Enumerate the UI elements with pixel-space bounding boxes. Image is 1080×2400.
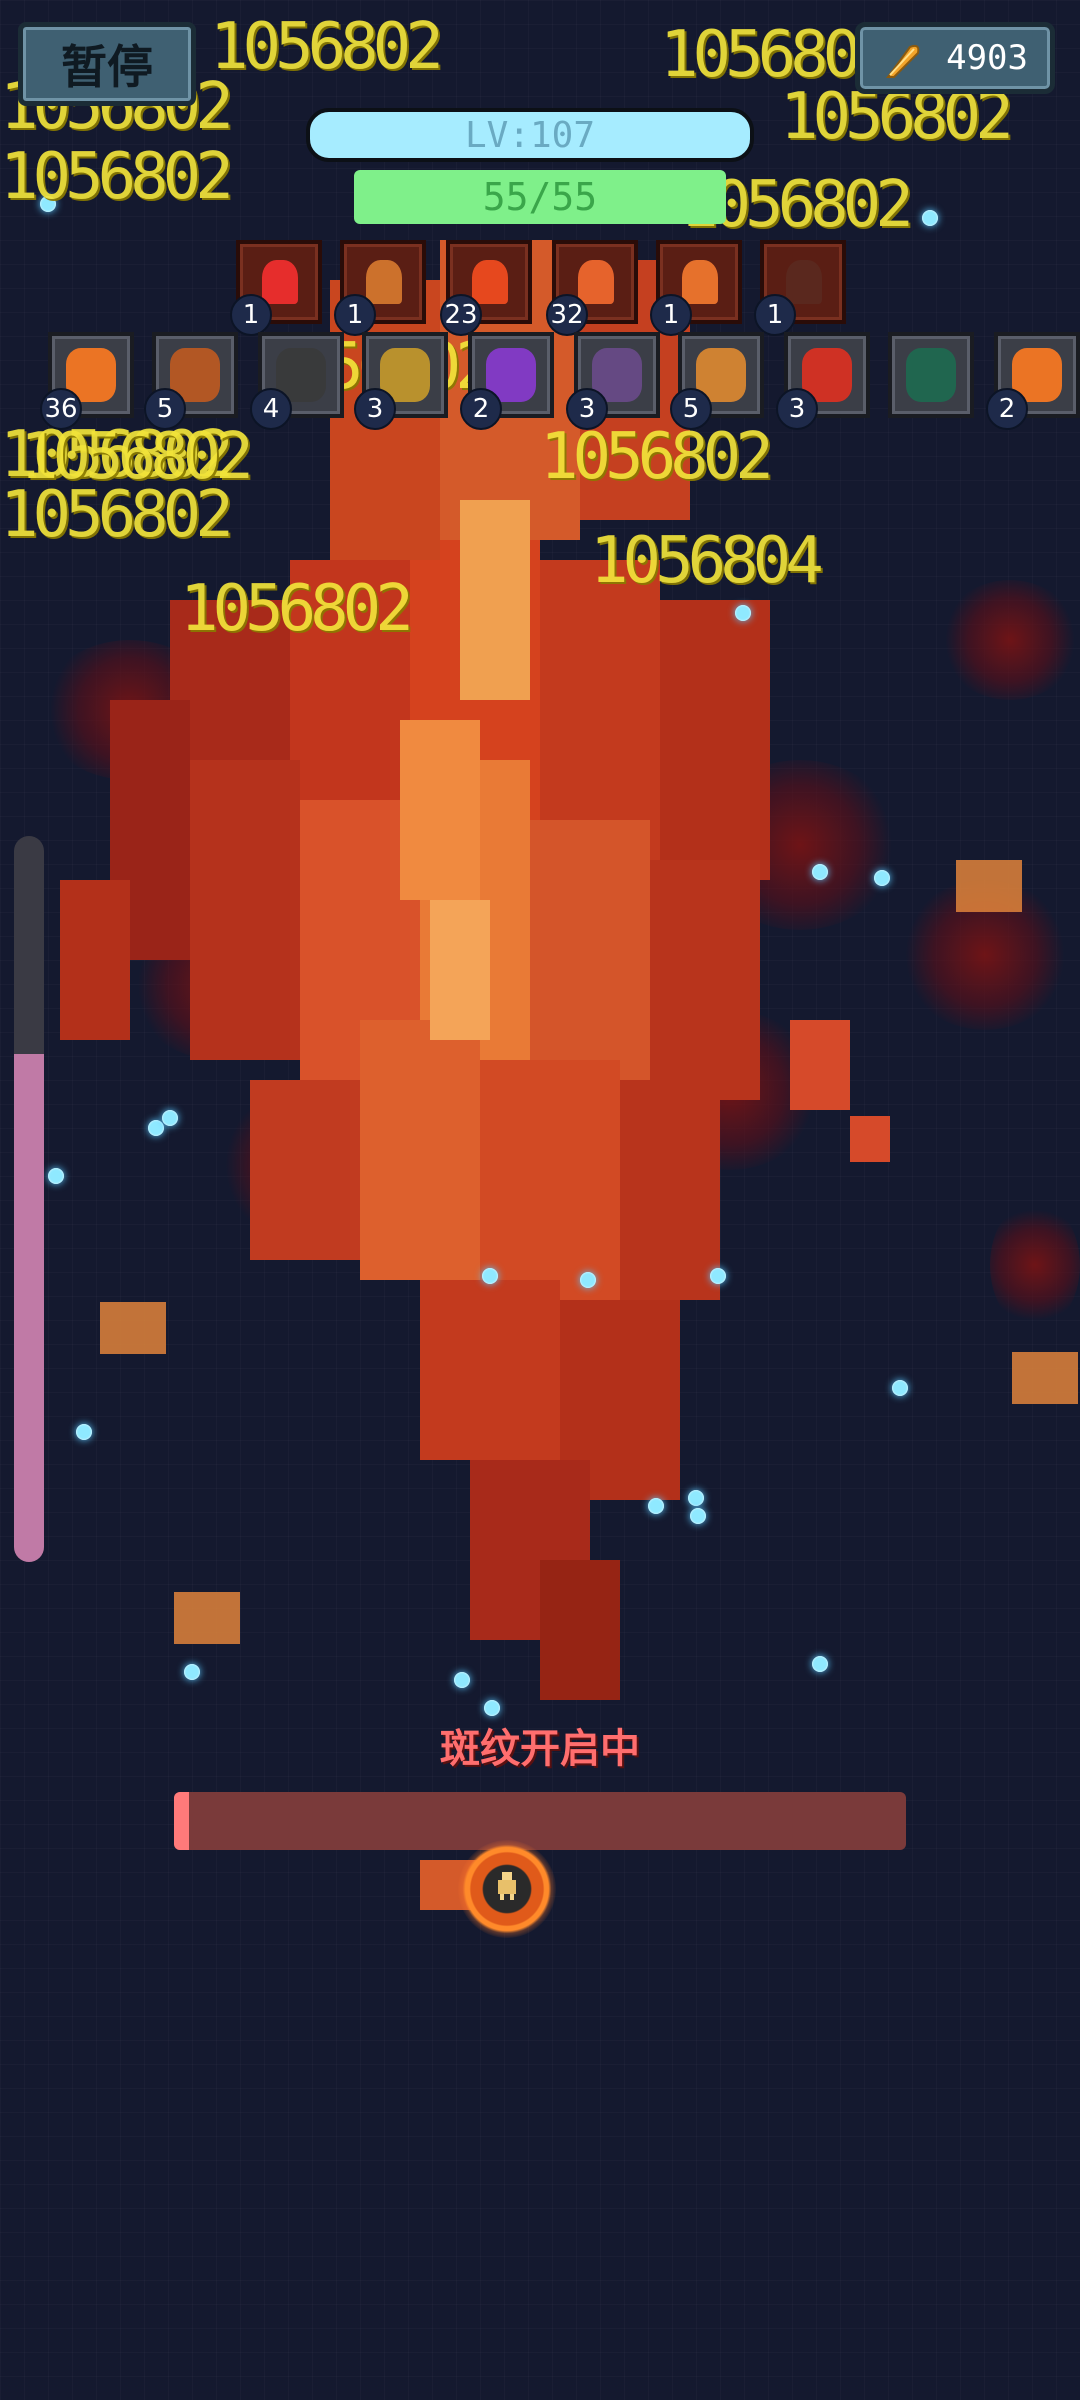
hp-bar: 55/55 bbox=[354, 170, 726, 224]
fire-block bbox=[420, 1280, 560, 1460]
xp-orb bbox=[892, 1380, 908, 1396]
item-level-badge: 2 bbox=[460, 388, 502, 430]
item-level-badge: 36 bbox=[40, 388, 82, 430]
fire-block bbox=[650, 860, 760, 1100]
xp-orb bbox=[812, 864, 828, 880]
fire-block bbox=[250, 1080, 360, 1260]
damage-number: 1056804 bbox=[590, 524, 824, 598]
xp-orb bbox=[710, 1268, 726, 1284]
item-level-badge: 3 bbox=[354, 388, 396, 430]
xp-orb bbox=[648, 1498, 664, 1514]
fire-block bbox=[790, 1020, 850, 1110]
skill-level-badge: 1 bbox=[650, 294, 692, 336]
xp-orb bbox=[580, 1272, 596, 1288]
xp-orb bbox=[76, 1424, 92, 1440]
xp-orb bbox=[812, 1656, 828, 1672]
energy-gauge bbox=[14, 836, 44, 1562]
damage-number: 1056802 bbox=[180, 572, 414, 646]
blood-splat bbox=[990, 1200, 1080, 1330]
skill-level-badge: 1 bbox=[230, 294, 272, 336]
xp-orb bbox=[874, 870, 890, 886]
item-level-badge: 4 bbox=[250, 388, 292, 430]
red-slash-skill-icon bbox=[262, 260, 298, 304]
boss-progress-fill bbox=[174, 1792, 189, 1850]
boss-progress-bar bbox=[174, 1792, 906, 1850]
fire-block bbox=[620, 1080, 720, 1300]
fire-block bbox=[660, 600, 770, 880]
xp-orb bbox=[690, 1508, 706, 1524]
fire-block bbox=[430, 900, 490, 1040]
fire-block bbox=[190, 760, 300, 1060]
feather-coin-icon bbox=[886, 44, 920, 78]
fire-skill-icon bbox=[682, 260, 718, 304]
level-bar: LV:107 bbox=[306, 108, 754, 162]
fire-block bbox=[360, 1020, 480, 1280]
fire-block bbox=[850, 1116, 890, 1162]
level-label: LV:107 bbox=[464, 114, 596, 156]
damage-number: 1056802 bbox=[540, 420, 774, 494]
item-level-badge: 3 bbox=[776, 388, 818, 430]
skill-level-badge: 32 bbox=[546, 294, 588, 336]
xp-orb bbox=[922, 210, 938, 226]
item-level-badge: 5 bbox=[670, 388, 712, 430]
ember-block bbox=[956, 860, 1022, 912]
damage-number: 1056802 bbox=[0, 140, 234, 214]
ember-block bbox=[1012, 1352, 1078, 1404]
fire-block bbox=[540, 1560, 620, 1700]
xp-orb bbox=[148, 1120, 164, 1136]
green-robe-item-icon bbox=[906, 348, 956, 402]
skill-level-badge: 1 bbox=[754, 294, 796, 336]
damage-number: 1056802 bbox=[210, 10, 444, 84]
game-stage: 1056802 1056802 1056802 1056802 1056802 … bbox=[0, 0, 1080, 2400]
ember-block bbox=[100, 1302, 166, 1354]
ember-block bbox=[174, 1592, 240, 1644]
coin-count: 4903 bbox=[946, 38, 1028, 78]
crescent-skill-icon bbox=[366, 260, 402, 304]
fire-block bbox=[60, 880, 130, 1040]
flame-burst-skill-icon bbox=[578, 260, 614, 304]
item-level-badge: 3 bbox=[566, 388, 608, 430]
item-level-badge: 2 bbox=[986, 388, 1028, 430]
hero-icon bbox=[498, 1872, 516, 1900]
xp-orb bbox=[735, 605, 751, 621]
xp-orb bbox=[688, 1490, 704, 1506]
dark-skill-icon bbox=[786, 260, 822, 304]
boss-status-text: 斑纹开启中 bbox=[440, 1726, 640, 1772]
blood-splat bbox=[940, 580, 1080, 700]
skill-level-badge: 1 bbox=[334, 294, 376, 336]
coin-counter: 4903 bbox=[855, 22, 1055, 94]
player-character bbox=[458, 1840, 556, 1938]
damage-number: 1056802 bbox=[20, 420, 254, 494]
fire-block bbox=[460, 500, 530, 700]
item-level-badge: 5 bbox=[144, 388, 186, 430]
xp-orb bbox=[48, 1168, 64, 1184]
hp-label: 55/55 bbox=[482, 175, 598, 219]
xp-orb bbox=[184, 1664, 200, 1680]
xp-orb bbox=[162, 1110, 178, 1126]
fire-block bbox=[400, 720, 480, 900]
item-slot-green-robe-item[interactable] bbox=[888, 332, 974, 418]
energy-gauge-fill bbox=[14, 1053, 44, 1562]
skill-level-badge: 23 bbox=[440, 294, 482, 336]
fireball-skill-icon bbox=[472, 260, 508, 304]
pause-button[interactable]: 暂停 bbox=[18, 22, 196, 106]
xp-orb bbox=[482, 1268, 498, 1284]
xp-orb bbox=[454, 1672, 470, 1688]
xp-orb bbox=[484, 1700, 500, 1716]
